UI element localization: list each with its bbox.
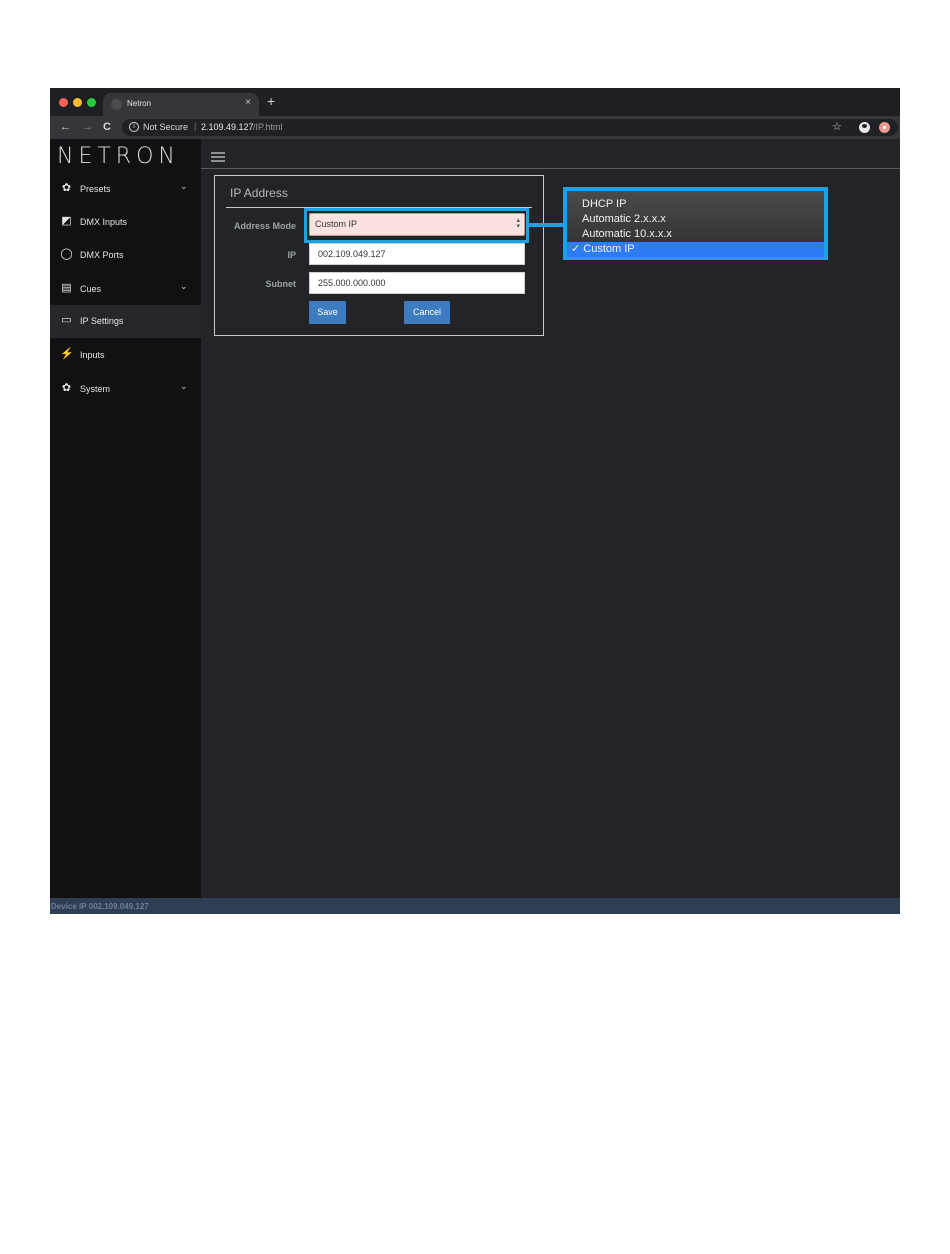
tab-close-icon[interactable]: × xyxy=(245,97,251,108)
panel-title: IP Address xyxy=(230,186,288,200)
address-mode-value: Custom IP xyxy=(315,219,358,229)
sidebar-item-label: Inputs xyxy=(80,350,105,360)
sidebar-item-label: Cues xyxy=(80,284,102,294)
new-tab-button[interactable]: + xyxy=(267,94,275,108)
sidebar-item-ip-settings[interactable]: ▭ IP Settings xyxy=(50,305,201,338)
film-icon: ▤ xyxy=(61,282,72,294)
sidebar-item-label: IP Settings xyxy=(80,316,124,326)
device-ip-status: Device IP 002.109.049.127 xyxy=(51,902,149,911)
browser-window: Netron × + ← → C i Not Secure | 2.109.49… xyxy=(50,88,900,914)
chevron-down-icon[interactable]: ⌄ xyxy=(180,381,188,392)
laptop-icon: ▭ xyxy=(61,314,72,326)
option-automatic-10[interactable]: Automatic 10.x.x.x xyxy=(567,227,824,242)
tab-title: Netron xyxy=(127,99,152,108)
gear-icon: ✿ xyxy=(61,182,72,194)
gear-icon: ✿ xyxy=(61,382,72,394)
tab-strip: Netron × + xyxy=(50,88,900,116)
sidebar: NETRON ✿ Presets ⌄ ◩ DMX Inputs ◯ DMX Po… xyxy=(50,139,201,898)
ip-label: IP xyxy=(287,250,296,260)
option-dhcp-ip[interactable]: DHCP IP xyxy=(567,197,824,212)
status-bar: Device IP 002.109.049.127 xyxy=(50,898,900,914)
address-mode-label: Address Mode xyxy=(233,221,296,231)
netron-logo: NETRON xyxy=(57,144,180,169)
sidebar-item-label: System xyxy=(80,384,111,394)
browser-toolbar: ← → C i Not Secure | 2.109.49.127 /IP.ht… xyxy=(50,116,900,139)
callout-connector xyxy=(526,223,563,227)
option-automatic-2[interactable]: Automatic 2.x.x.x xyxy=(567,212,824,227)
maximize-window-button[interactable] xyxy=(87,98,96,107)
info-icon[interactable]: i xyxy=(129,122,139,132)
hamburger-menu-icon[interactable] xyxy=(211,152,225,163)
forward-button[interactable]: → xyxy=(82,120,93,134)
ip-address-panel: IP Address Address Mode Custom IP ▴ ▾ IP … xyxy=(214,175,544,336)
subnet-label: Subnet xyxy=(265,279,297,289)
extension-icon[interactable] xyxy=(879,122,890,133)
sidebar-item-cues[interactable]: ▤ Cues ⌄ xyxy=(50,273,201,306)
browser-tab[interactable]: Netron × xyxy=(103,93,259,116)
address-mode-select[interactable]: Custom IP ▴ ▾ xyxy=(309,213,525,236)
bookmark-star-icon[interactable]: ☆ xyxy=(832,120,842,133)
profile-icon[interactable] xyxy=(859,122,870,133)
back-button[interactable]: ← xyxy=(60,120,71,134)
sidebar-item-inputs[interactable]: ⚡ Inputs xyxy=(50,339,201,372)
top-menu-bar xyxy=(201,139,900,169)
url-host: 2.109.49.127 xyxy=(201,122,254,132)
address-mode-dropdown: DHCP IP Automatic 2.x.x.x Automatic 10.x… xyxy=(563,187,828,260)
minimize-window-button[interactable] xyxy=(73,98,82,107)
subnet-field[interactable]: 255.000.000.000 xyxy=(309,272,525,294)
option-custom-ip[interactable]: ✓ Custom IP xyxy=(567,242,824,257)
url-path: /IP.html xyxy=(253,122,283,132)
subnet-value: 255.000.000.000 xyxy=(318,278,386,288)
chevron-down-icon[interactable]: ⌄ xyxy=(180,281,188,292)
sidebar-item-presets[interactable]: ✿ Presets ⌄ xyxy=(50,173,201,206)
sidebar-item-dmx-ports[interactable]: ◯ DMX Ports xyxy=(50,239,201,272)
ip-value: 002.109.049.127 xyxy=(318,249,386,259)
cancel-button[interactable]: Cancel xyxy=(404,301,450,324)
close-window-button[interactable] xyxy=(59,98,68,107)
save-button[interactable]: Save xyxy=(309,301,346,324)
url-separator: | xyxy=(194,121,197,131)
chevron-down-icon[interactable]: ⌄ xyxy=(180,181,188,192)
favicon-icon xyxy=(111,99,122,110)
sidebar-item-dmx-inputs[interactable]: ◩ DMX Inputs xyxy=(50,206,201,239)
ip-field[interactable]: 002.109.049.127 xyxy=(309,243,525,265)
plug-icon: ⚡ xyxy=(60,348,74,360)
circle-icon: ◯ xyxy=(60,248,73,260)
not-secure-label: Not Secure xyxy=(143,122,189,132)
sidebar-item-label: Presets xyxy=(80,184,111,194)
sidebar-item-label: DMX Ports xyxy=(80,250,124,260)
reload-button[interactable]: C xyxy=(103,120,111,134)
sidebar-item-system[interactable]: ✿ System ⌄ xyxy=(50,373,201,406)
select-arrows-icon: ▴ ▾ xyxy=(516,217,520,230)
input-box-icon: ◩ xyxy=(61,215,72,227)
address-bar[interactable]: i Not Secure | 2.109.49.127 /IP.html ☆ xyxy=(122,119,898,136)
sidebar-item-label: DMX Inputs xyxy=(80,217,128,227)
